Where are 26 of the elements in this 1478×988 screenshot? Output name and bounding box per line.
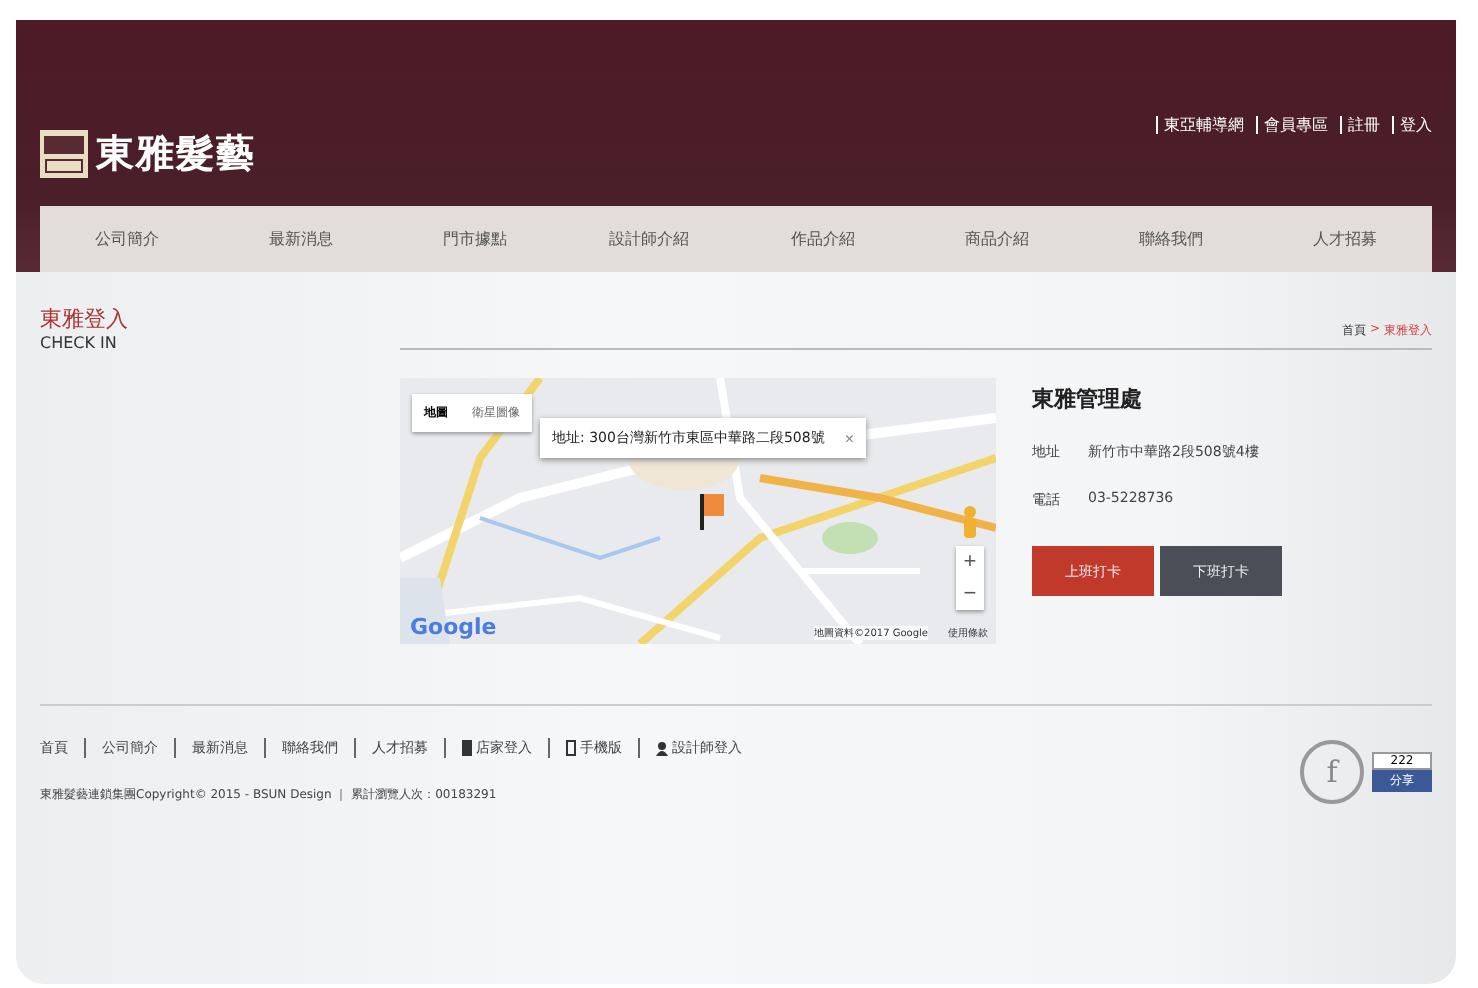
top-link[interactable]: 註冊 xyxy=(1340,116,1380,134)
logo-icon xyxy=(40,130,88,178)
pegman-icon[interactable] xyxy=(960,506,980,538)
top-link[interactable]: 東亞輔導網 xyxy=(1156,116,1244,134)
zoom-in-button[interactable]: + xyxy=(956,546,984,578)
nav-item[interactable]: 人才招募 xyxy=(1258,228,1432,250)
page-subtitle: CHECK IN xyxy=(40,334,119,352)
page-title: 東雅登入 xyxy=(40,304,128,334)
nav-item[interactable]: 商品介紹 xyxy=(910,228,1084,250)
top-link[interactable]: 登入 xyxy=(1392,116,1432,134)
close-button[interactable]: × xyxy=(844,429,854,447)
nav-item[interactable]: 公司簡介 xyxy=(40,228,214,250)
top-link[interactable]: 會員專區 xyxy=(1256,116,1328,134)
nav-item[interactable]: 聯絡我們 xyxy=(1084,228,1258,250)
office-name: 東雅管理處 xyxy=(1032,384,1144,414)
nav-item[interactable]: 門市據點 xyxy=(388,228,562,250)
nav-item[interactable]: 作品介紹 xyxy=(736,228,910,250)
user-icon xyxy=(656,741,668,755)
map-pin-icon xyxy=(696,494,724,530)
brand-name: 東雅髮藝 xyxy=(96,130,256,180)
zoom-out-button[interactable]: − xyxy=(956,578,984,610)
nav-item[interactable]: 設計師介紹 xyxy=(562,228,736,250)
building-icon xyxy=(462,740,472,756)
phone-icon xyxy=(566,740,576,756)
map-logo: Google xyxy=(410,614,497,640)
nav-item[interactable]: 最新消息 xyxy=(214,228,388,250)
